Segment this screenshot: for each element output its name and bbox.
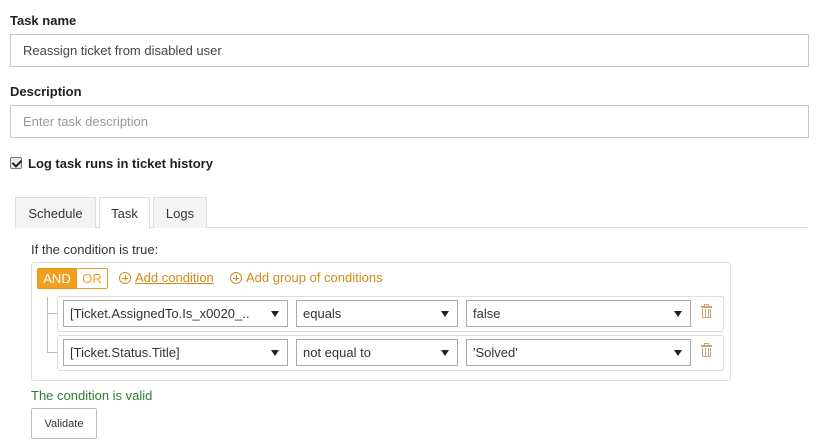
description-input[interactable] (10, 105, 809, 138)
value-select[interactable]: 'Solved' (466, 339, 691, 366)
description-label: Description (10, 84, 82, 99)
dropdown-arrow-icon (674, 311, 682, 317)
add-condition-button[interactable]: Add condition (119, 270, 214, 285)
tree-connector-branch (47, 352, 57, 353)
add-circle-icon (230, 271, 242, 284)
condition-title: If the condition is true: (31, 242, 159, 257)
delete-rule-icon[interactable] (701, 304, 712, 318)
operator-select[interactable]: not equal to (296, 339, 458, 366)
log-history-row[interactable]: Log task runs in ticket history (10, 155, 213, 171)
log-history-label: Log task runs in ticket history (28, 155, 213, 171)
operator-select-value: not equal to (303, 345, 371, 360)
field-select[interactable]: [Ticket.Status.Title] (63, 339, 288, 366)
dropdown-arrow-icon (441, 311, 449, 317)
and-button[interactable]: AND (37, 268, 77, 289)
field-select[interactable]: [Ticket.AssignedTo.Is_x0020_.. (63, 300, 288, 327)
dropdown-arrow-icon (674, 350, 682, 356)
delete-rule-icon[interactable] (701, 343, 712, 357)
tree-connector-branch (47, 313, 57, 314)
value-select[interactable]: false (466, 300, 691, 327)
tab-task[interactable]: Task (99, 197, 150, 229)
tab-logs[interactable]: Logs (153, 197, 207, 228)
task-name-label: Task name (10, 13, 77, 28)
value-select-value: false (473, 306, 501, 321)
validate-button[interactable]: Validate (31, 408, 97, 439)
tab-schedule[interactable]: Schedule (15, 197, 96, 228)
field-select-value: [Ticket.AssignedTo.Is_x0020_.. (70, 306, 250, 321)
or-button[interactable]: OR (77, 268, 108, 289)
and-or-toggle: AND OR (37, 268, 108, 289)
add-group-label: Add group of conditions (246, 270, 383, 285)
dropdown-arrow-icon (441, 350, 449, 356)
field-select-value: [Ticket.Status.Title] (70, 345, 180, 360)
operator-select[interactable]: equals (296, 300, 458, 327)
task-name-input[interactable] (10, 34, 809, 67)
dropdown-arrow-icon (271, 311, 279, 317)
tree-connector (47, 297, 48, 352)
log-history-checkbox[interactable] (10, 157, 22, 169)
operator-select-value: equals (303, 306, 342, 321)
add-condition-label: Add condition (135, 270, 214, 285)
value-select-value: 'Solved' (473, 345, 518, 360)
add-circle-icon (119, 271, 131, 284)
dropdown-arrow-icon (271, 350, 279, 356)
tab-bar: Schedule Task Logs (15, 197, 807, 229)
add-group-button[interactable]: Add group of conditions (230, 270, 383, 285)
validation-message: The condition is valid (31, 388, 153, 403)
